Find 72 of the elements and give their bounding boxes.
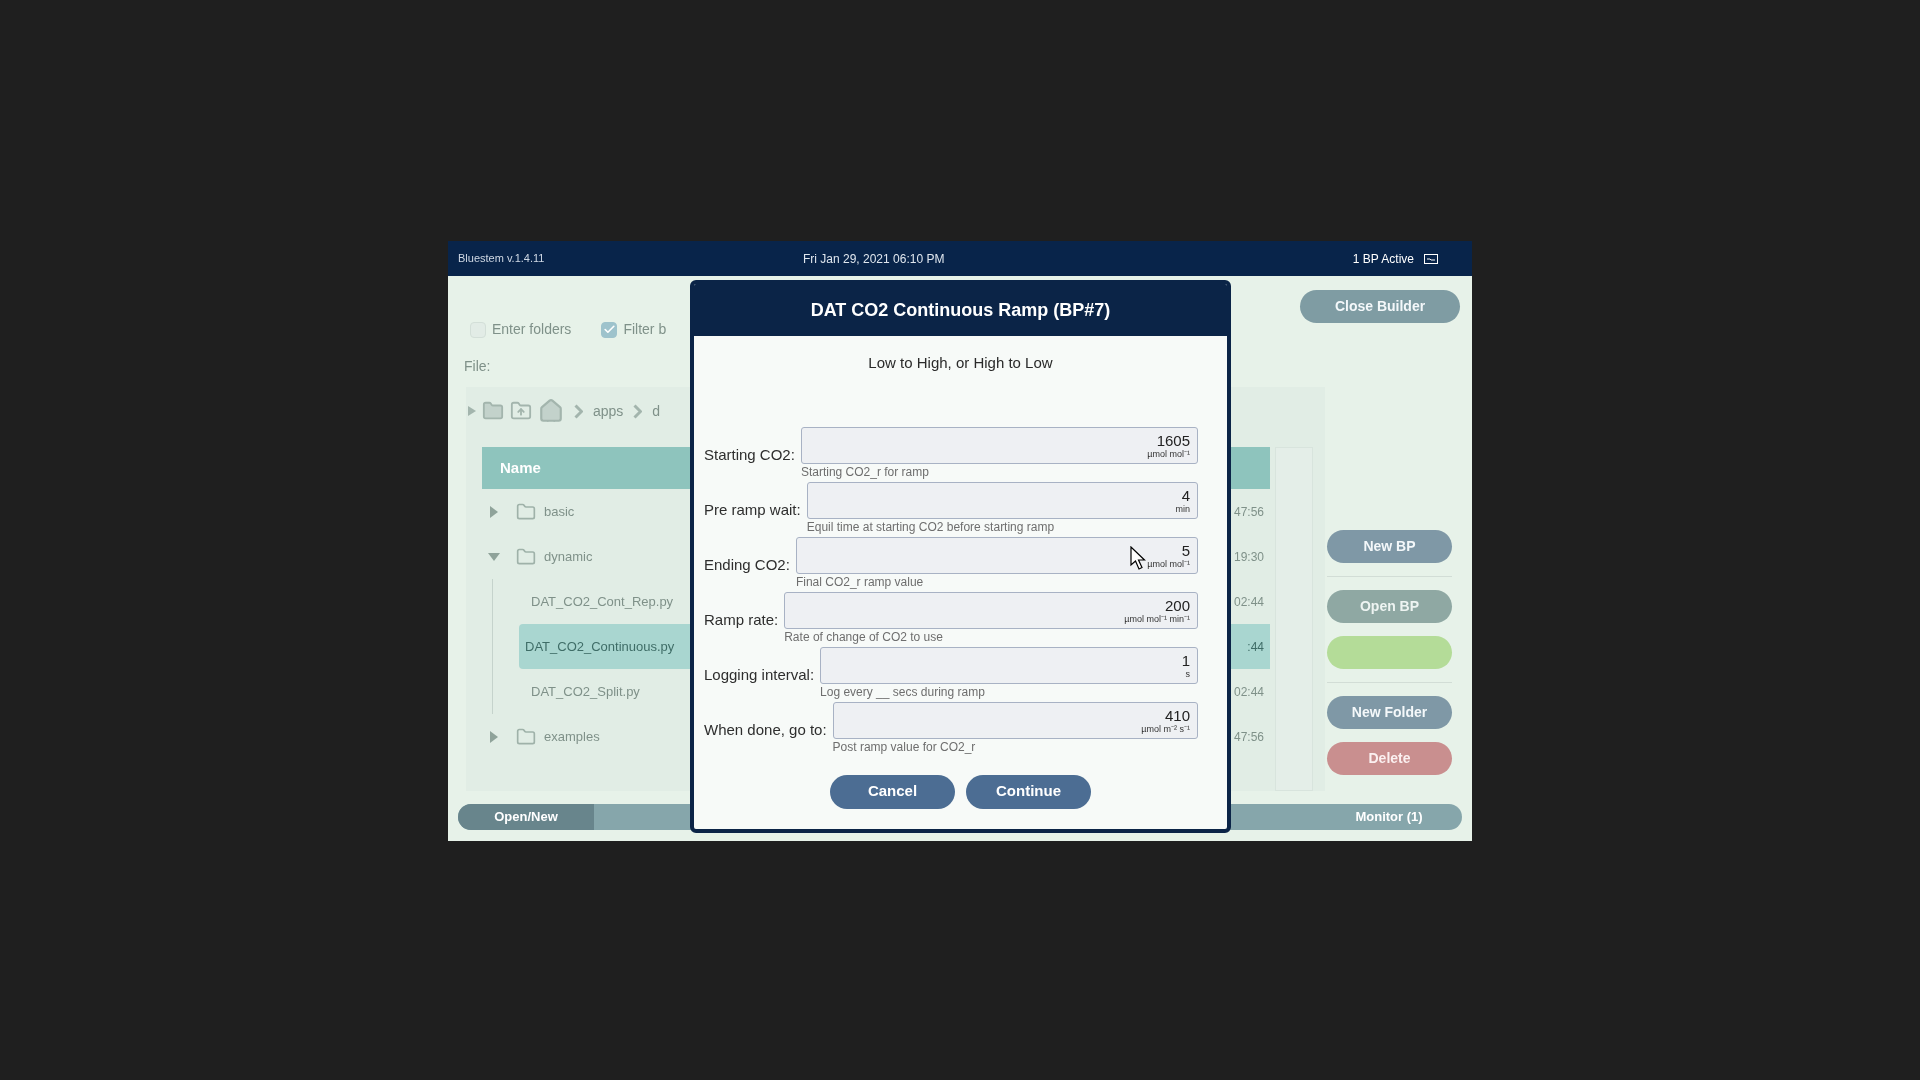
field-hint: Log every __ secs during ramp bbox=[820, 683, 986, 701]
field-value: 1 bbox=[1181, 651, 1190, 669]
number-field[interactable]: 5 µmol mol⁻¹ bbox=[795, 536, 1198, 574]
app-version: Bluestem v.1.4.11 bbox=[458, 251, 545, 267]
caret-right-icon[interactable] bbox=[490, 505, 498, 518]
monitor-icon[interactable] bbox=[1424, 253, 1438, 264]
field-unit: s bbox=[1185, 668, 1190, 679]
field-hint: Starting CO2_r for ramp bbox=[800, 463, 930, 481]
checkbox-label: Enter folders bbox=[492, 320, 572, 339]
field-unit: min bbox=[1175, 503, 1190, 514]
field-unit: µmol mol⁻¹ bbox=[1147, 558, 1190, 569]
checkbox[interactable] bbox=[601, 321, 618, 338]
field-hint: Rate of change of CO2 to use bbox=[784, 628, 944, 646]
modified-time: 47:56 bbox=[1232, 728, 1265, 746]
field-label: When done, go to: bbox=[704, 719, 828, 740]
action-button[interactable]: New Folder bbox=[1327, 696, 1452, 729]
field-label: Starting CO2: bbox=[704, 444, 796, 465]
modified-time: 47:56 bbox=[1232, 503, 1265, 521]
chevron-icon bbox=[574, 403, 583, 419]
action-button[interactable]: Open BP bbox=[1327, 590, 1452, 623]
modified-time: 02:44 bbox=[1232, 593, 1265, 611]
folder-icon bbox=[516, 546, 536, 567]
modified-time: 02:44 bbox=[1232, 683, 1265, 701]
number-field[interactable]: 410 µmol m⁻² s⁻¹ bbox=[832, 701, 1198, 739]
field-unit: µmol mol⁻¹ min⁻¹ bbox=[1124, 613, 1190, 624]
modified-time: 19:30 bbox=[1232, 548, 1265, 566]
check-icon bbox=[602, 323, 616, 336]
file-label: File: bbox=[464, 357, 491, 376]
field-value: 1605 bbox=[1156, 431, 1190, 449]
column-header[interactable]: Name bbox=[500, 456, 541, 480]
field-value: 4 bbox=[1181, 486, 1190, 504]
folder-icon[interactable] bbox=[482, 400, 504, 422]
number-field[interactable]: 1 s bbox=[820, 646, 1198, 684]
field-label: Ramp rate: bbox=[704, 609, 780, 630]
field-label: Ending CO2: bbox=[704, 554, 791, 575]
cursor-icon bbox=[1130, 546, 1146, 570]
bottom-tab[interactable]: Monitor (1) bbox=[1321, 804, 1457, 830]
field-hint: Final CO2_r ramp value bbox=[795, 573, 925, 591]
home-icon[interactable] bbox=[538, 398, 564, 424]
breadcrumb-item[interactable]: apps bbox=[593, 400, 624, 422]
caret-down-icon[interactable] bbox=[488, 552, 500, 561]
field-unit: µmol m⁻² s⁻¹ bbox=[1141, 723, 1190, 734]
field-value: 200 bbox=[1164, 596, 1190, 614]
dialog-subtitle: Low to High, or High to Low bbox=[868, 353, 1053, 373]
field-unit: µmol mol⁻¹ bbox=[1147, 448, 1190, 459]
field-value: 410 bbox=[1164, 706, 1190, 724]
caret-right-icon[interactable] bbox=[468, 406, 476, 416]
action-button[interactable]: Delete bbox=[1327, 742, 1452, 775]
field-hint: Post ramp value for CO2_r bbox=[832, 738, 977, 756]
dialog-button[interactable]: Continue bbox=[966, 774, 1091, 809]
caret-right-icon[interactable] bbox=[490, 730, 498, 743]
date-time: Fri Jan 29, 2021 06:10 PM bbox=[803, 250, 945, 268]
field-label: Pre ramp wait: bbox=[704, 499, 802, 520]
close-builder-button[interactable]: Close Builder bbox=[1300, 290, 1460, 323]
number-field[interactable]: 4 min bbox=[806, 481, 1198, 519]
folder-icon bbox=[516, 726, 536, 747]
bottom-tab[interactable]: Open/New bbox=[458, 804, 594, 830]
field-hint: Equil time at starting CO2 before starting ramp bbox=[806, 518, 1056, 536]
folder-up-icon[interactable] bbox=[510, 400, 532, 422]
status-text: 1 BP Active bbox=[1352, 250, 1414, 268]
action-button[interactable] bbox=[1327, 636, 1452, 669]
field-value: 5 bbox=[1181, 541, 1190, 559]
field-label: Logging interval: bbox=[704, 664, 816, 685]
number-field[interactable]: 1605 µmol mol⁻¹ bbox=[800, 426, 1198, 464]
dialog-title: DAT CO2 Continuous Ramp (BP#7) bbox=[810, 298, 1111, 322]
checkbox-label: Filter b bbox=[623, 320, 667, 339]
action-button[interactable]: New BP bbox=[1327, 530, 1452, 563]
dialog-button[interactable]: Cancel bbox=[830, 774, 955, 809]
chevron-icon bbox=[633, 403, 643, 419]
breadcrumb-item[interactable]: d bbox=[652, 400, 661, 422]
number-field[interactable]: 200 µmol mol⁻¹ min⁻¹ bbox=[784, 591, 1198, 629]
folder-icon bbox=[516, 501, 536, 522]
